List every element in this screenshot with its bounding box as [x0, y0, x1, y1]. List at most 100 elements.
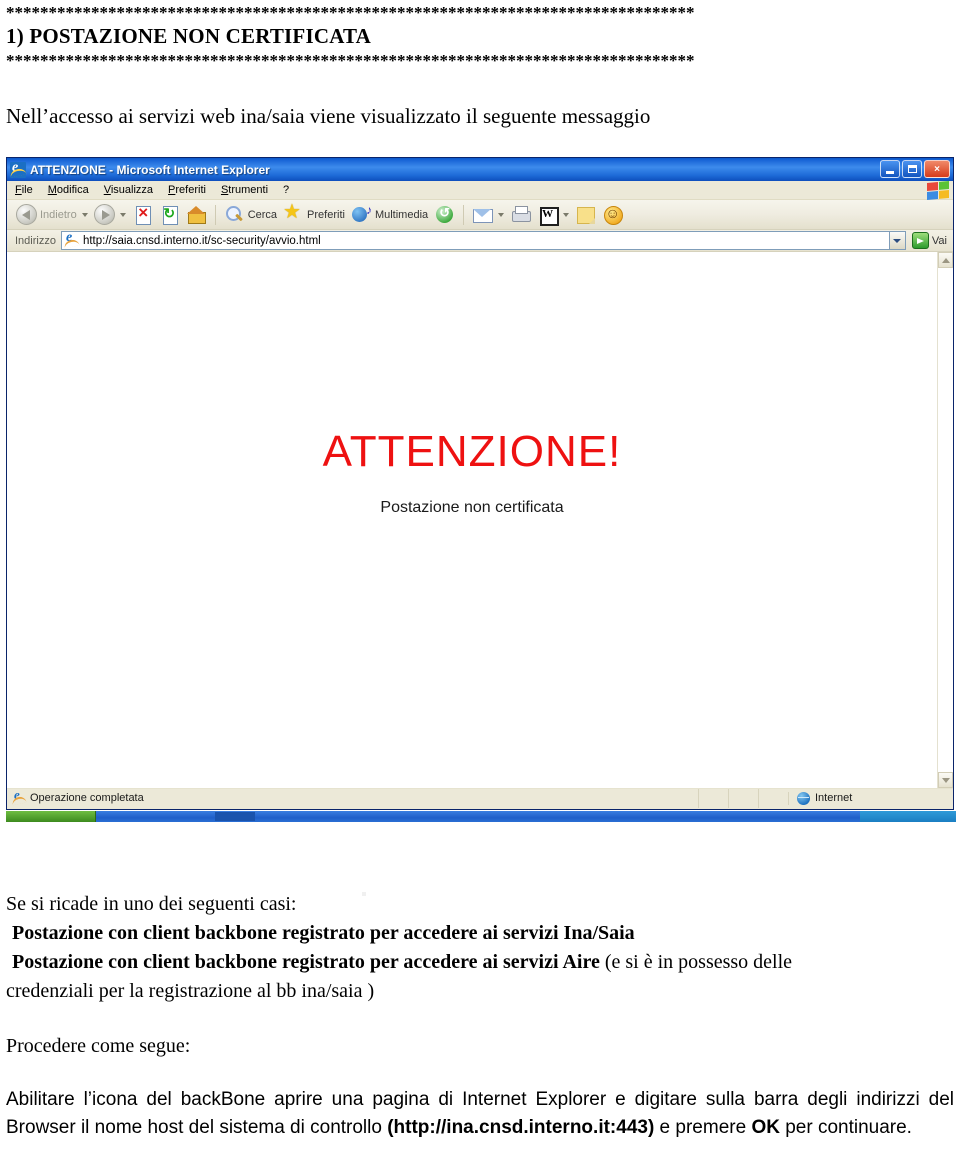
- separator-asterisks-bottom: ****************************************…: [6, 52, 695, 70]
- vertical-scrollbar[interactable]: [937, 252, 953, 788]
- address-input[interactable]: http://saia.cnsd.interno.it/sc-security/…: [60, 230, 889, 250]
- status-message: Operazione completata: [30, 792, 144, 804]
- globe-icon: [797, 791, 810, 805]
- status-cell-1: [698, 788, 728, 808]
- back-dropdown-caret-icon[interactable]: [81, 212, 88, 217]
- menu-item-help[interactable]: ?: [283, 183, 298, 197]
- forward-dropdown-caret-icon[interactable]: [119, 212, 126, 217]
- status-bar: Operazione completata Internet: [7, 787, 953, 808]
- go-arrow-icon: [911, 232, 929, 249]
- status-page-icon: [12, 787, 26, 805]
- menu-item-preferiti[interactable]: Preferiti: [168, 183, 215, 197]
- back-button[interactable]: Indietro: [13, 203, 91, 227]
- back-button-label: Indietro: [40, 208, 77, 221]
- address-bar: Indirizzo http://saia.cnsd.interno.it/sc…: [7, 230, 953, 252]
- menu-item-visualizza[interactable]: Visualizza: [104, 183, 162, 197]
- browser-toolbar: Indietro Cerca Preferiti Multimedia: [7, 200, 953, 230]
- note-icon: [575, 204, 596, 225]
- word-document-icon: [537, 204, 560, 226]
- separator-asterisks-top: ****************************************…: [6, 4, 695, 22]
- start-button[interactable]: [6, 811, 96, 822]
- procedure-text-part3: per continuare.: [779, 1116, 912, 1138]
- chevron-down-icon: [941, 777, 950, 783]
- close-button[interactable]: ×: [924, 160, 950, 178]
- case-item-2-rest: (e si è in possesso delle: [604, 951, 793, 973]
- multimedia-button-label: Multimedia: [374, 208, 429, 221]
- history-icon: [434, 203, 455, 225]
- back-arrow-icon: [16, 204, 37, 225]
- favorites-button-label: Preferiti: [307, 208, 345, 221]
- window-titlebar[interactable]: ATTENZIONE - Microsoft Internet Explorer…: [7, 158, 953, 181]
- window-controls: ×: [880, 160, 950, 178]
- refresh-button[interactable]: [156, 203, 183, 227]
- cases-section: Se si ricade in uno dei seguenti casi: P…: [6, 890, 954, 1006]
- security-zone-label: Internet: [815, 792, 853, 804]
- taskbar-task-button[interactable]: [215, 812, 255, 821]
- toolbar-separator: [214, 204, 216, 225]
- notes-button[interactable]: [572, 203, 599, 227]
- status-message-area: Operazione completata: [7, 787, 698, 805]
- mail-dropdown-caret-icon[interactable]: [498, 212, 505, 217]
- chevron-down-icon: [893, 238, 902, 243]
- chevron-up-icon: [941, 257, 950, 263]
- star-icon: [283, 202, 304, 225]
- smiley-icon: [602, 204, 624, 225]
- toolbar-separator-2: [463, 204, 465, 225]
- search-icon: [224, 204, 245, 225]
- scroll-up-button[interactable]: [938, 252, 953, 268]
- procedure-text-part2: e premere: [654, 1116, 752, 1138]
- multimedia-button[interactable]: Multimedia: [348, 203, 431, 227]
- security-zone-indicator: Internet: [788, 791, 953, 805]
- scroll-down-button[interactable]: [938, 772, 953, 788]
- home-icon: [186, 204, 207, 225]
- web-page: ATTENZIONE! Postazione non certificata: [7, 252, 937, 896]
- internet-explorer-window: ATTENZIONE - Microsoft Internet Explorer…: [6, 157, 954, 896]
- windows-taskbar: [0, 810, 960, 822]
- ie-logo-icon: [10, 160, 26, 178]
- case-item-2: Postazione con client backbone registrat…: [6, 948, 954, 977]
- system-tray: [860, 811, 956, 822]
- go-button-label: Vai: [931, 234, 947, 247]
- status-cell-2: [728, 788, 758, 808]
- procedure-ok-keyword: OK: [751, 1116, 780, 1138]
- attention-subtitle: Postazione non certificata: [380, 499, 564, 516]
- stop-button[interactable]: [129, 203, 156, 227]
- search-button-label: Cerca: [247, 208, 278, 221]
- mail-icon: [472, 204, 494, 225]
- refresh-icon: [159, 204, 180, 225]
- edit-dropdown-caret-icon[interactable]: [563, 212, 570, 217]
- cases-intro: Se si ricade in uno dei seguenti casi:: [6, 893, 297, 915]
- case-item-1: Postazione con client backbone registrat…: [12, 922, 635, 944]
- case-item-2-bold: Postazione con client backbone registrat…: [12, 951, 600, 973]
- minimize-button[interactable]: [880, 160, 900, 178]
- print-button[interactable]: [507, 203, 534, 227]
- history-button[interactable]: [431, 203, 458, 227]
- home-button[interactable]: [183, 203, 210, 227]
- edit-button[interactable]: [534, 203, 572, 227]
- favorites-button[interactable]: Preferiti: [280, 202, 348, 227]
- search-button[interactable]: Cerca: [221, 203, 280, 227]
- mail-button[interactable]: [469, 203, 507, 227]
- page-icon: [64, 230, 79, 248]
- stop-icon: [132, 204, 153, 225]
- menu-item-strumenti[interactable]: Strumenti: [221, 183, 277, 197]
- procedure-heading: Procedere come segue:: [6, 1035, 191, 1057]
- windows-flag-icon: [927, 181, 949, 200]
- status-cell-3: [758, 788, 788, 808]
- procedure-url: (http://ina.cnsd.interno.it:443): [387, 1116, 655, 1138]
- taskbar-strip: [96, 811, 860, 822]
- procedure-paragraph: Abilitare l’icona del backBone aprire un…: [6, 1086, 954, 1141]
- address-dropdown-button[interactable]: [888, 231, 906, 250]
- menu-item-modifica[interactable]: Modifica: [48, 183, 98, 197]
- forward-arrow-icon: [93, 204, 115, 225]
- menu-bar: FFileile Modifica Visualizza Preferiti S…: [7, 181, 953, 200]
- menu-item-file[interactable]: FFileile: [15, 183, 42, 197]
- intro-paragraph: Nell’accesso ai servizi web ina/saia vie…: [6, 104, 651, 128]
- forward-button[interactable]: [91, 203, 129, 227]
- messenger-button[interactable]: [599, 203, 626, 227]
- address-bar-label: Indirizzo: [15, 234, 56, 247]
- restore-button[interactable]: [902, 160, 922, 178]
- browser-content-area: ATTENZIONE! Postazione non certificata: [7, 252, 953, 896]
- page-title: 1) POSTAZIONE NON CERTIFICATA: [6, 24, 372, 48]
- go-button[interactable]: Vai: [906, 232, 953, 249]
